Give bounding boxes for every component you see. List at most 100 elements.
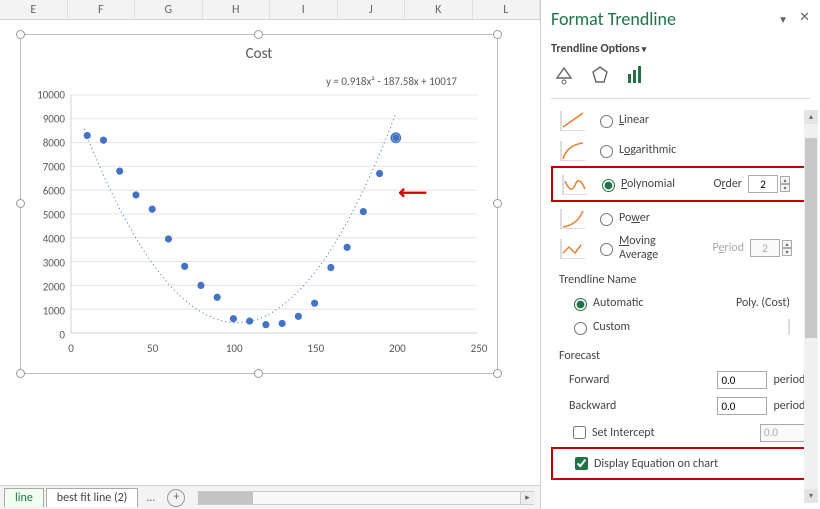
y-tick-label: 0 (21, 329, 65, 342)
moving-average-icon (559, 237, 587, 259)
pane-options-dropdown[interactable]: ▼ (778, 13, 788, 26)
logarithmic-radio[interactable] (600, 145, 613, 158)
resize-handle[interactable] (493, 199, 502, 208)
custom-radio[interactable] (574, 322, 587, 335)
chart-object[interactable]: Cost y = 0.918x² - 187.58x + 10017 ⟵ 0 10… (20, 34, 498, 374)
col-L[interactable]: L (473, 0, 541, 19)
backward-input[interactable] (717, 397, 767, 415)
y-tick-label: 3000 (21, 257, 65, 270)
col-E[interactable]: E (0, 0, 68, 19)
power-radio[interactable] (600, 213, 613, 226)
x-tick-label: 50 (147, 342, 158, 355)
fill-line-icon[interactable] (551, 62, 577, 88)
resize-handle[interactable] (16, 199, 25, 208)
resize-handle[interactable] (493, 369, 502, 378)
effects-icon[interactable] (587, 62, 613, 88)
sheet-tab[interactable]: best fit line (2) (46, 488, 139, 507)
chart-title[interactable]: Cost (21, 45, 497, 63)
period-label: Period (712, 241, 744, 255)
linear-label: Linear (619, 113, 649, 127)
scroll-up-button[interactable]: ▴ (804, 110, 818, 124)
y-tick-label: 4000 (21, 233, 65, 246)
col-K[interactable]: K (405, 0, 473, 19)
polynomial-label: Polynomial (621, 177, 675, 191)
trendline-type-power[interactable]: Power (551, 203, 810, 233)
y-tick-label: 1000 (21, 305, 65, 318)
forecast-header: Forecast (559, 349, 810, 363)
trendline-options-dropdown[interactable]: Trendline Options (551, 42, 810, 56)
trendline-type-linear[interactable]: Linear (551, 105, 810, 135)
pane-vertical-scrollbar[interactable]: ▴ ▾ (804, 110, 818, 503)
polynomial-radio[interactable] (602, 179, 615, 192)
y-tick-label: 6000 (21, 185, 65, 198)
trendline-equation-label[interactable]: y = 0.918x² - 187.58x + 10017 (326, 75, 457, 88)
power-icon (559, 207, 587, 229)
automatic-name-value: Poly. (Cost) (736, 296, 790, 310)
automatic-name-row[interactable]: Automatic Poly. (Cost) (551, 291, 810, 315)
scroll-down-button[interactable]: ▾ (804, 489, 818, 503)
resize-handle[interactable] (16, 30, 25, 39)
automatic-radio[interactable] (574, 298, 587, 311)
x-tick-label: 0 (68, 342, 74, 355)
y-tick-label: 8000 (21, 137, 65, 150)
y-tick-label: 2000 (21, 281, 65, 294)
pane-close-button[interactable]: ✕ (799, 10, 810, 25)
custom-name-input[interactable] (788, 319, 790, 335)
polynomial-icon (561, 173, 589, 195)
horizontal-scrollbar[interactable]: ◂ ▸ (197, 491, 534, 505)
scroll-thumb[interactable] (805, 138, 817, 338)
logarithmic-icon (559, 139, 587, 161)
display-equation-row[interactable]: Display Equation on chart (553, 450, 808, 477)
format-trendline-pane: ▼ ✕ Format Trendline Trendline Options L… (540, 0, 820, 509)
x-tick-label: 250 (471, 342, 488, 355)
trendline-type-moving-average[interactable]: MovingAverage Period ▴▾ (551, 233, 810, 263)
sheet-tab[interactable]: line (4, 488, 44, 507)
y-tick-label: 7000 (21, 161, 65, 174)
sheet-tabs-more[interactable]: ... (140, 491, 161, 505)
col-G[interactable]: G (135, 0, 203, 19)
resize-handle[interactable] (16, 369, 25, 378)
plot-area[interactable] (71, 95, 477, 333)
y-tick-label: 5000 (21, 209, 65, 222)
trendline-type-logarithmic[interactable]: Logarithmic (551, 135, 810, 165)
new-sheet-button[interactable]: + (167, 489, 185, 507)
linear-radio[interactable] (600, 115, 613, 128)
backward-label: Backward (569, 399, 616, 413)
y-tick-label: 10000 (21, 89, 65, 102)
col-J[interactable]: J (338, 0, 406, 19)
custom-name-row[interactable]: Custom (551, 315, 810, 339)
forward-input[interactable] (717, 371, 767, 389)
custom-label: Custom (593, 320, 630, 334)
resize-handle[interactable] (254, 369, 263, 378)
resize-handle[interactable] (254, 30, 263, 39)
sheet-tab-bar: line best fit line (2) ... + ◂ ▸ (0, 485, 540, 509)
linear-icon (559, 109, 587, 131)
resize-handle[interactable] (493, 30, 502, 39)
trendline-type-polynomial[interactable]: Polynomial Order ▴▾ (553, 169, 808, 199)
forward-label: Forward (569, 373, 609, 387)
scroll-right-button[interactable]: ▸ (520, 492, 534, 504)
annotation-arrow-icon: ⟵ (398, 180, 427, 205)
x-tick-label: 100 (226, 342, 243, 355)
automatic-label: Automatic (593, 296, 643, 310)
intercept-input (760, 424, 810, 442)
order-spin-up[interactable]: ▴ (780, 176, 790, 184)
order-input[interactable] (748, 175, 778, 193)
set-intercept-row[interactable]: Set Intercept (551, 419, 810, 446)
x-tick-label: 150 (307, 342, 324, 355)
trendline-name-header: Trendline Name (559, 273, 810, 287)
trendline-options-icon[interactable] (623, 62, 649, 88)
y-tick-label: 9000 (21, 113, 65, 126)
moving-average-radio[interactable] (600, 243, 613, 256)
power-label: Power (619, 211, 650, 225)
col-I[interactable]: I (270, 0, 338, 19)
order-spin-down[interactable]: ▾ (780, 184, 790, 192)
col-F[interactable]: F (68, 0, 136, 19)
scroll-thumb[interactable] (198, 492, 253, 504)
display-equation-checkbox[interactable] (575, 457, 588, 470)
set-intercept-checkbox[interactable] (573, 426, 586, 439)
column-headers: E F G H I J K L (0, 0, 540, 20)
moving-average-label: MovingAverage (619, 234, 658, 262)
col-H[interactable]: H (203, 0, 271, 19)
logarithmic-label: Logarithmic (619, 143, 676, 157)
